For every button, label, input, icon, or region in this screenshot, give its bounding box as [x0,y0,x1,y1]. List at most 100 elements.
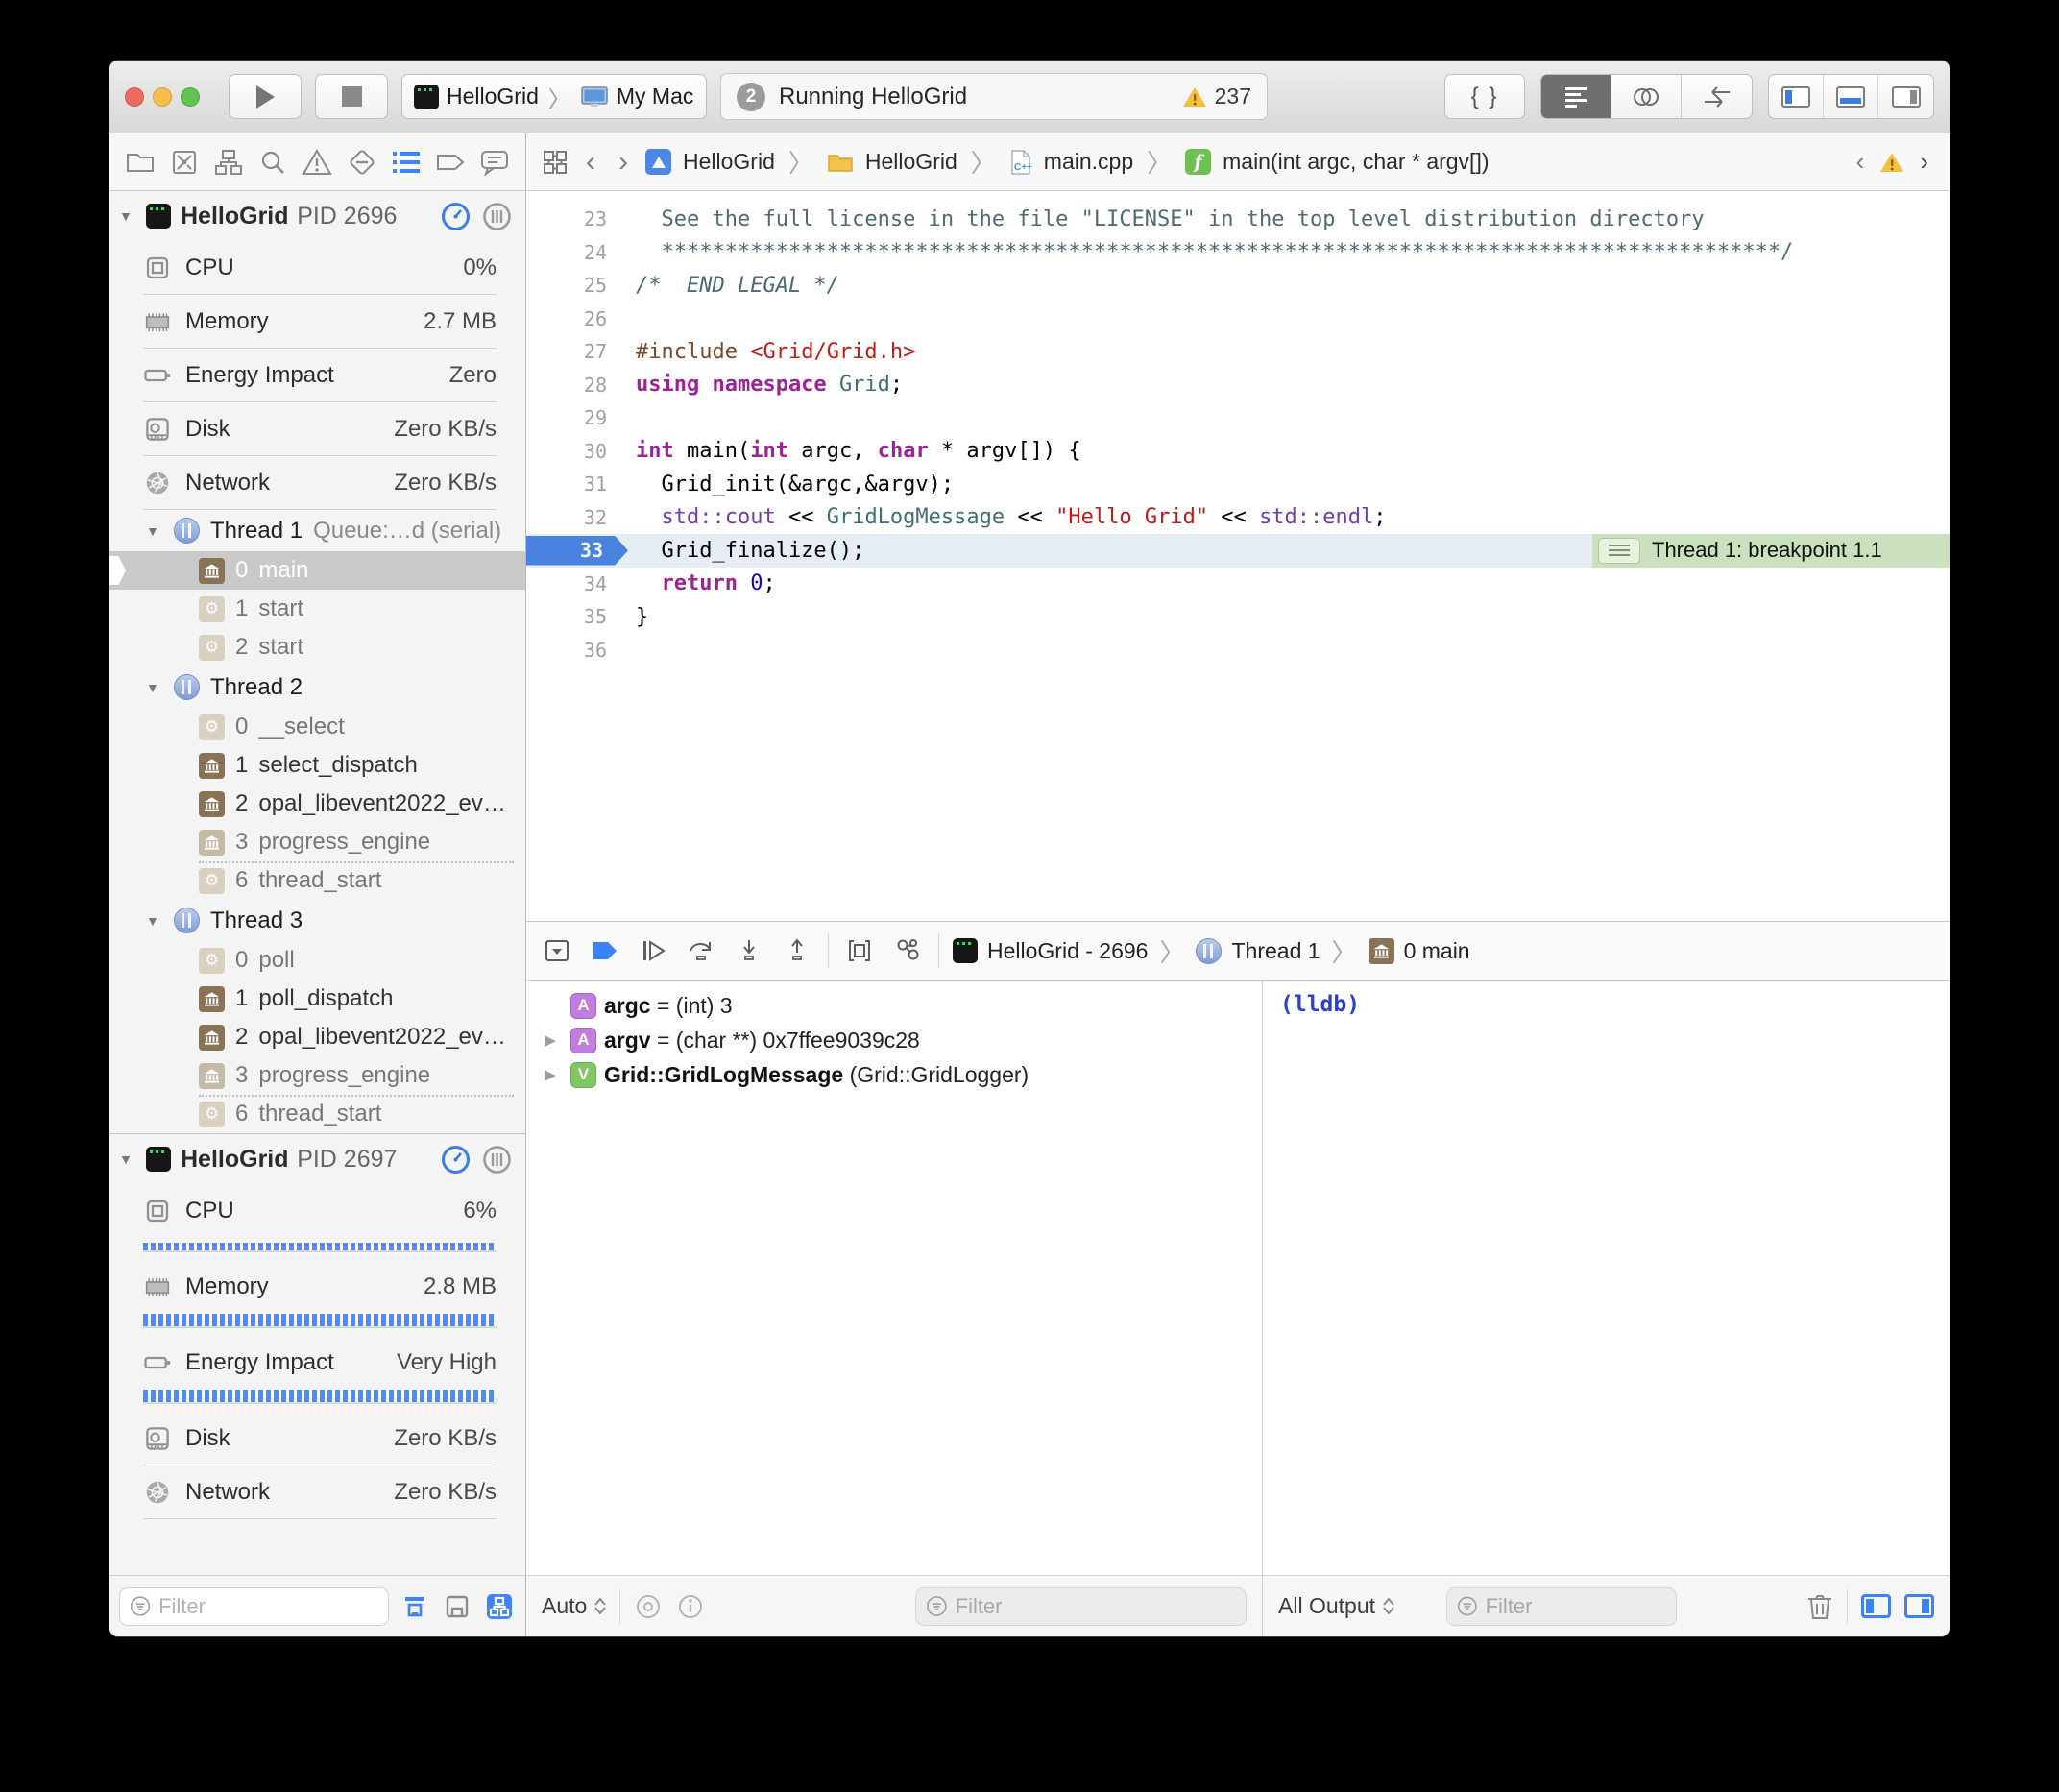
version-editor-button[interactable] [1682,75,1752,118]
quick-look-icon[interactable] [634,1592,663,1621]
line-number[interactable]: 30 [526,440,618,463]
line-number[interactable]: 35 [526,605,618,628]
disclosure-triangle-icon[interactable]: ▶ [545,1067,556,1083]
stack-frame-row[interactable]: 2 opal_libevent2022_ev… [109,785,525,823]
output-selector[interactable]: All Output [1278,1593,1394,1619]
line-number[interactable]: 31 [526,472,618,496]
breakpoint-navigator-icon[interactable] [431,142,470,182]
toggle-debug-area-button[interactable] [1824,75,1878,118]
variables-filter-field[interactable] [915,1587,1247,1626]
stack-frame-row[interactable]: 3 progress_engine [109,823,525,861]
scope-selector[interactable]: Auto [542,1593,606,1619]
navigator-filter-field[interactable] [119,1587,389,1626]
minimize-button[interactable] [153,87,172,107]
assistant-editor-button[interactable] [1611,75,1682,118]
disclosure-triangle-icon[interactable]: ▼ [119,208,136,224]
debug-frame[interactable]: 0 main [1404,938,1470,964]
disclosure-triangle-icon[interactable]: ▼ [119,1151,136,1167]
project-navigator-icon[interactable] [121,142,159,182]
stop-button[interactable] [315,74,388,119]
line-number[interactable]: 26 [526,307,618,330]
toggle-inspector-button[interactable] [1878,75,1933,118]
breadcrumb-group[interactable]: HelloGrid [865,149,957,175]
flatten-view-button[interactable] [399,1590,431,1623]
toggle-navigator-button[interactable] [1769,75,1824,118]
find-navigator-icon[interactable] [254,142,292,182]
console-filter-input[interactable] [1486,1594,1666,1619]
memory-columns-button[interactable] [482,1145,512,1174]
line-number[interactable]: 27 [526,340,618,363]
process-header[interactable]: ▼ HelloGrid PID 2697 [109,1134,525,1184]
thread-header[interactable]: ▼ Thread 2 [109,666,525,708]
variable-row[interactable]: ▶ V Grid::GridLogMessage (Grid::GridLogg… [526,1057,1262,1092]
test-navigator-icon[interactable] [343,142,381,182]
console-output[interactable]: (lldb) [1263,981,1950,1575]
disclosure-triangle-icon[interactable]: ▶ [545,1032,556,1049]
disclosure-triangle-icon[interactable]: ▼ [146,913,163,929]
step-into-button[interactable] [732,933,766,968]
report-navigator-icon[interactable] [475,142,514,182]
breadcrumb-symbol[interactable]: main(int argc, char * argv[]) [1223,149,1489,175]
thread-header[interactable]: ▼ Thread 1 Queue:…d (serial) [109,510,525,551]
line-number[interactable]: 36 [526,639,618,662]
stack-frame-row[interactable]: 0 main [109,551,525,590]
view-hierarchy-button[interactable] [842,933,877,968]
breakpoint-badge[interactable]: 33 [526,536,628,566]
memory-graph-button[interactable] [890,933,925,968]
symbol-navigator-icon[interactable] [209,142,248,182]
source-control-navigator-icon[interactable] [165,142,204,182]
issue-navigator-icon[interactable] [298,142,336,182]
debug-thread[interactable]: Thread 1 [1231,938,1320,964]
console-filter-field[interactable] [1446,1587,1677,1626]
previous-issue-button[interactable]: ‹ [1851,147,1871,177]
annotation-menu-button[interactable] [1598,538,1640,564]
standard-editor-button[interactable] [1541,75,1611,118]
line-number[interactable]: 24 [526,241,618,264]
navigator-filter-input[interactable] [158,1594,378,1619]
disclosure-triangle-icon[interactable]: ▼ [146,523,163,539]
process-header[interactable]: ▼ HelloGrid PID 2696 [109,191,525,241]
stack-frame-row[interactable]: ⚙ 1 start [109,590,525,628]
close-button[interactable] [125,87,144,107]
continue-button[interactable] [636,933,670,968]
debug-process[interactable]: HelloGrid - 2696 [987,938,1148,964]
toggle-variables-view-button[interactable] [1861,1594,1891,1618]
variables-filter-input[interactable] [956,1594,1236,1619]
back-button[interactable]: ‹ [580,146,601,179]
line-number[interactable]: 23 [526,207,618,230]
stack-frame-row[interactable]: ⚙ 0 poll [109,941,525,980]
stack-frame-row[interactable]: ⚙ 2 start [109,628,525,666]
thread-header[interactable]: ▼ Thread 3 [109,900,525,941]
run-button[interactable] [229,74,302,119]
forward-button[interactable]: › [613,146,634,179]
breadcrumb-file[interactable]: main.cpp [1044,149,1133,175]
debug-navigator-icon[interactable] [387,142,425,182]
gauge-button[interactable] [441,1145,471,1174]
toggle-console-view-button[interactable] [1904,1594,1934,1618]
line-number[interactable]: 34 [526,572,618,595]
gauge-button[interactable] [441,202,471,231]
breakpoints-toggle-button[interactable] [588,933,622,968]
stack-frame-row[interactable]: 1 select_dispatch [109,746,525,785]
step-over-button[interactable] [684,933,718,968]
step-out-button[interactable] [780,933,814,968]
line-number[interactable]: 29 [526,406,618,429]
info-icon[interactable] [676,1592,705,1621]
next-issue-button[interactable]: › [1914,147,1934,177]
warning-count[interactable]: 237 [1182,84,1251,109]
stack-frame-row[interactable]: 2 opal_libevent2022_ev… [109,1018,525,1056]
trash-icon[interactable] [1806,1592,1833,1621]
show-crashed-threads-button[interactable] [483,1590,516,1623]
show-running-blocks-button[interactable] [441,1590,473,1623]
variable-row[interactable]: ▶ A argv = (char **) 0x7ffee9039c28 [526,1023,1262,1057]
stack-frame-row[interactable]: ⚙ 6 thread_start [109,1095,525,1133]
disclosure-triangle-icon[interactable]: ▼ [146,680,163,695]
hide-debug-area-button[interactable] [540,933,574,968]
line-number[interactable]: 32 [526,506,618,529]
source-editor[interactable]: 23 See the full license in the file "LIC… [526,191,1950,921]
stack-frame-row[interactable]: 1 poll_dispatch [109,980,525,1018]
line-number[interactable]: 25 [526,274,618,297]
stack-frame-row[interactable]: ⚙ 0 __select [109,708,525,746]
stack-frame-row[interactable]: ⚙ 6 thread_start [109,861,525,900]
memory-columns-button[interactable] [482,202,512,231]
